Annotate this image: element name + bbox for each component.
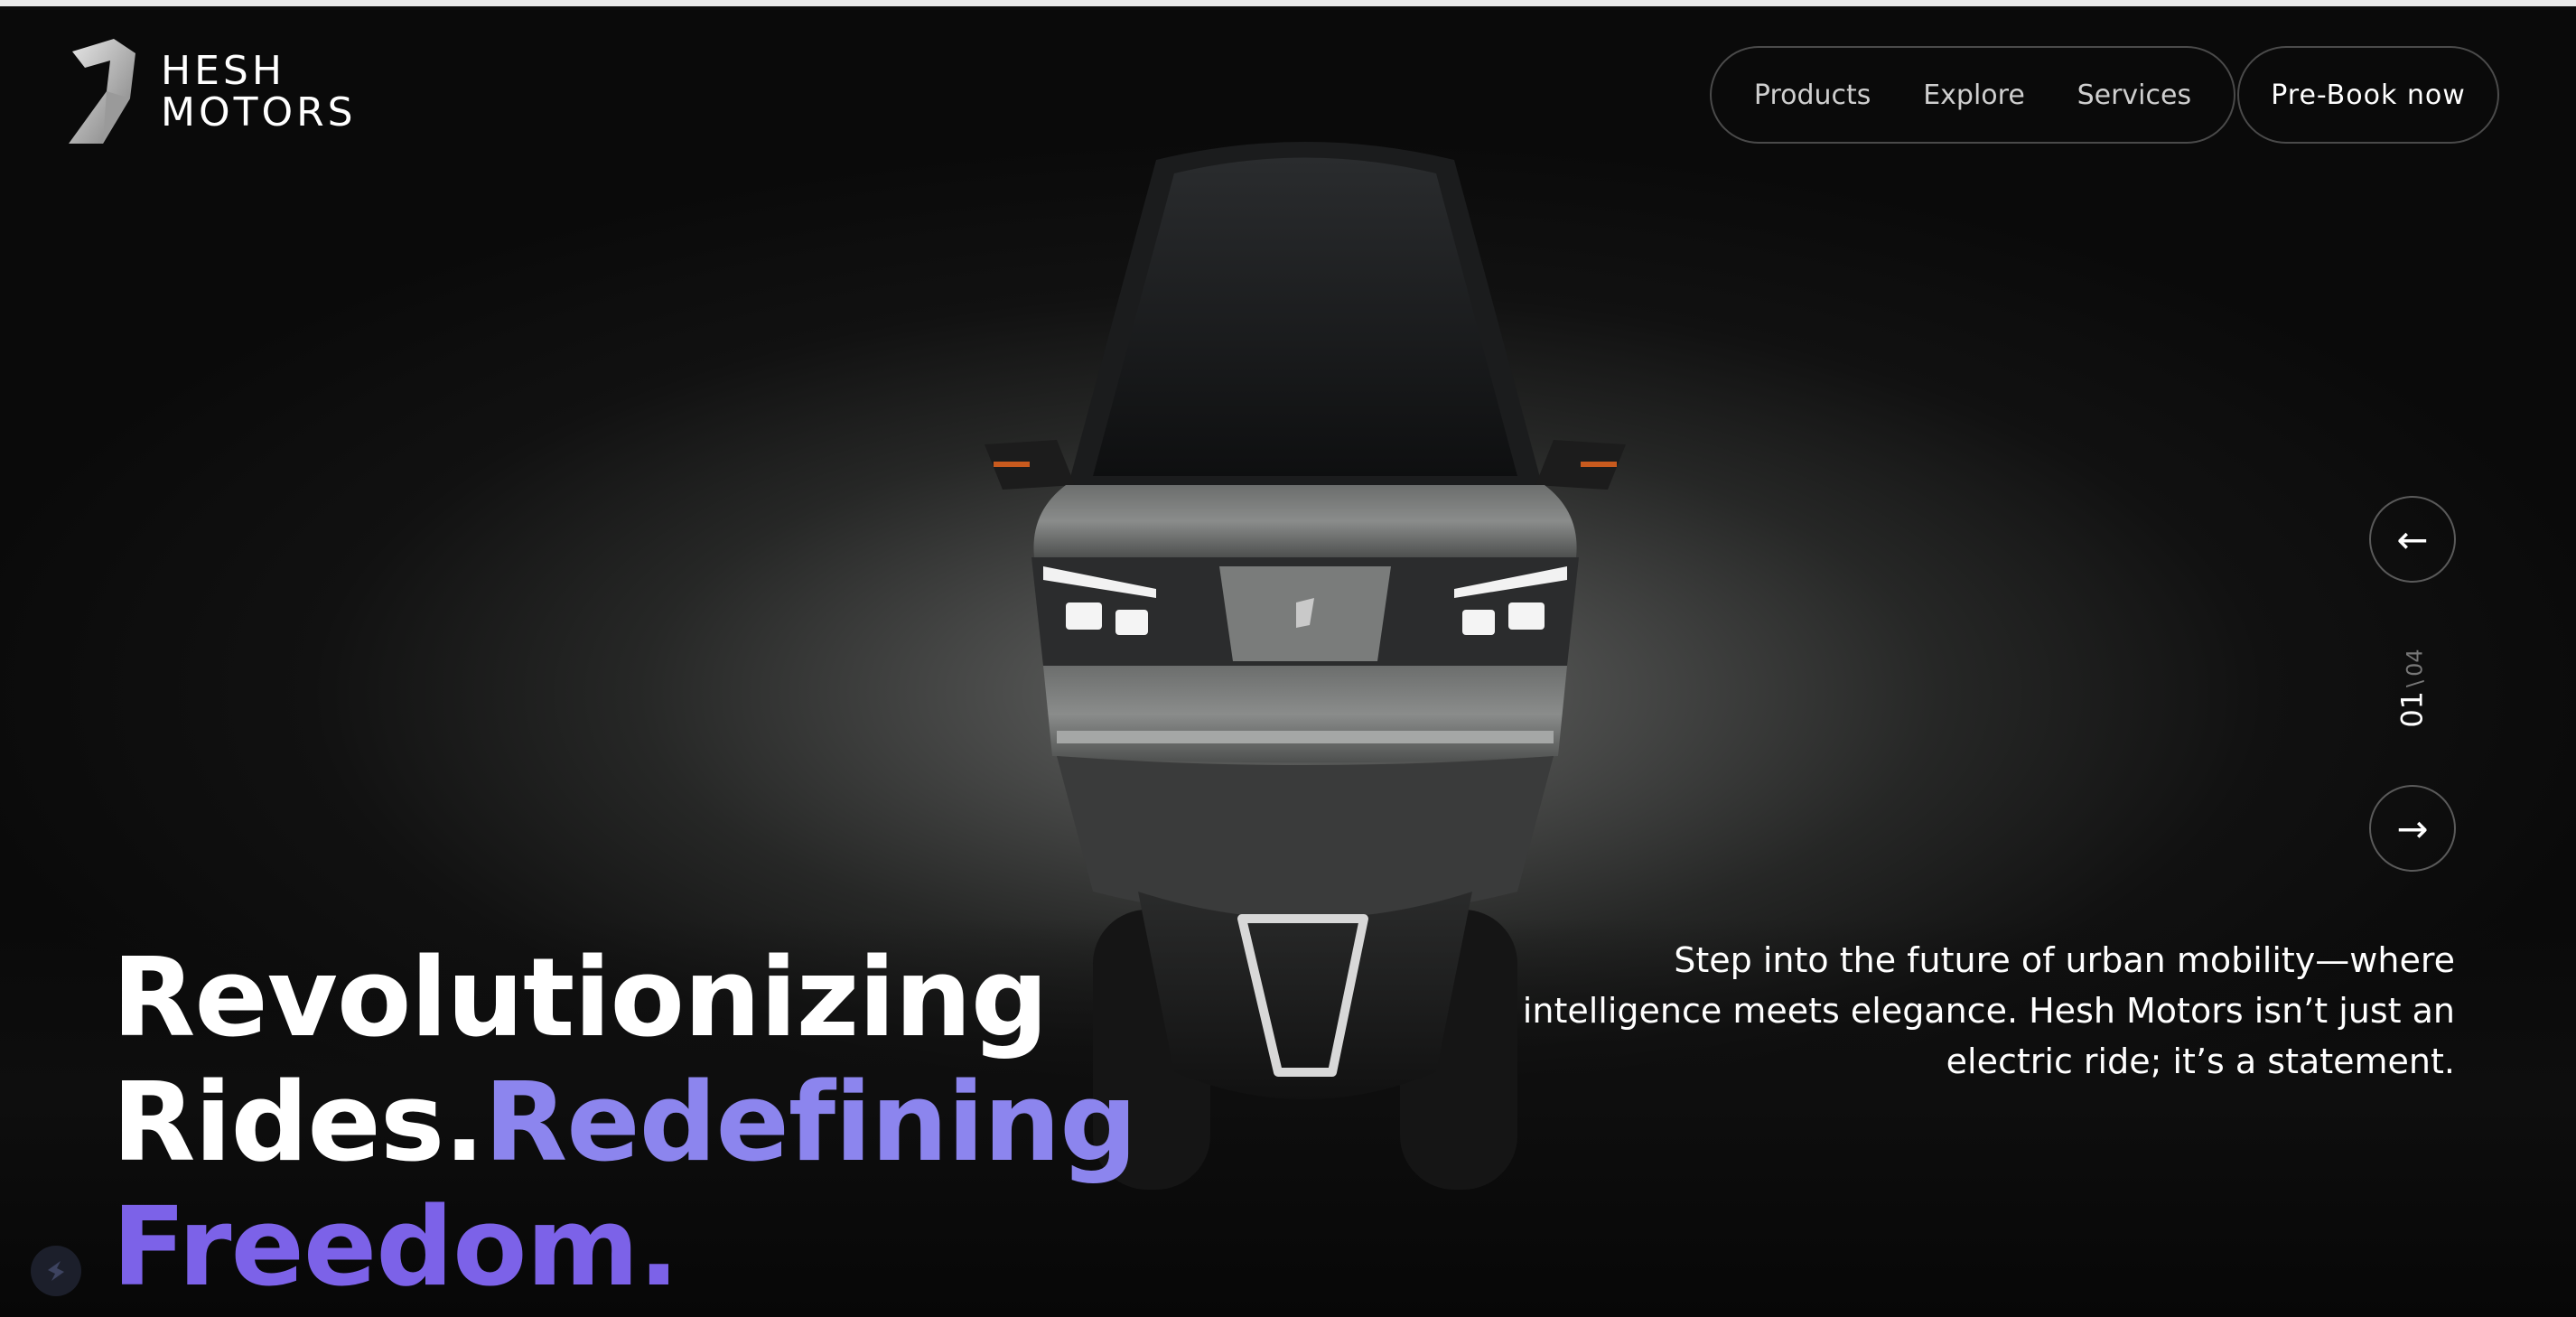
- pre-book-button[interactable]: Pre-Book now: [2237, 46, 2499, 144]
- nav-services[interactable]: Services: [2077, 79, 2192, 111]
- nav-explore[interactable]: Explore: [1923, 79, 2025, 111]
- next-slide-button[interactable]: →: [2369, 785, 2456, 872]
- corner-widget-button[interactable]: [31, 1246, 81, 1296]
- arrow-right-icon: →: [2396, 806, 2429, 851]
- headline-line-3-accent: Freedom.: [112, 1185, 679, 1311]
- bolt-icon: [48, 1261, 64, 1281]
- slide-separator: \: [2403, 679, 2429, 687]
- hero-headline: Revolutionizing Rides.Redefining Freedom…: [112, 936, 1137, 1311]
- hesh-logo-icon: [69, 39, 135, 144]
- headline-line-2-accent: Redefining: [483, 1060, 1137, 1186]
- brand-logo[interactable]: HESH MOTORS: [67, 35, 357, 149]
- nav-products[interactable]: Products: [1754, 79, 1871, 111]
- brand-name-line2: MOTORS: [161, 89, 357, 135]
- brand-wordmark: HESH MOTORS: [161, 51, 357, 134]
- headline-line-1: Revolutionizing: [112, 936, 1049, 1061]
- hero-page: HESH MOTORS Products Explore Services Pr…: [0, 0, 2576, 1317]
- slide-counter: 01 \ 04: [2390, 639, 2435, 738]
- main-nav: Products Explore Services: [1710, 46, 2235, 144]
- slide-total: 04: [2403, 649, 2429, 677]
- hero-description: Step into the future of urban mobility—w…: [1522, 940, 2455, 1081]
- prev-slide-button[interactable]: ←: [2369, 496, 2456, 583]
- headline-line-2-white: Rides.: [112, 1060, 485, 1186]
- arrow-left-icon: ←: [2396, 517, 2429, 562]
- slide-current: 01: [2395, 690, 2431, 728]
- brand-name-line1: HESH: [161, 48, 285, 94]
